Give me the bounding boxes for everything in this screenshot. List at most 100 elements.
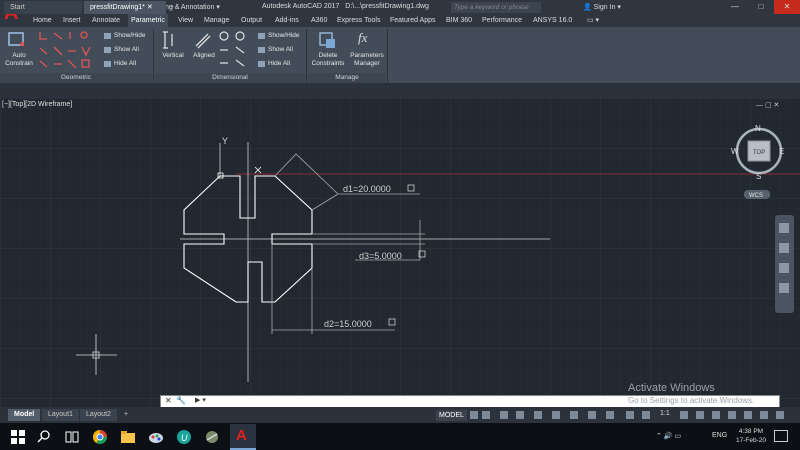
activation-watermark-subtitle: Go to Settings to activate Windows. <box>628 396 755 405</box>
ribbon-minimize-toggle[interactable]: ▭ ▾ <box>584 14 602 27</box>
tab-ansys[interactable]: ANSYS 16.0 <box>530 14 575 27</box>
d3-dimension-label[interactable]: d3=5.0000 <box>359 251 402 261</box>
auto-constrain-label: Auto Constrain <box>5 52 33 67</box>
tab-add-ins[interactable]: Add-ins <box>272 14 302 27</box>
polar-tracking-icon[interactable] <box>516 411 524 419</box>
d2-dimension-label[interactable]: d2=15.0000 <box>324 319 372 329</box>
geometric-show-all-button[interactable]: Show All <box>104 44 139 56</box>
isolate-objects-icon[interactable] <box>744 411 752 419</box>
selection-cycling-icon[interactable] <box>606 411 614 419</box>
quick-properties-icon[interactable] <box>728 411 736 419</box>
window-title: Autodesk AutoCAD 2017 D:\...\pressfitDra… <box>262 3 429 10</box>
workspace-switch-icon[interactable] <box>680 411 688 419</box>
ribbon-separator <box>153 29 154 83</box>
search-input[interactable]: Type a keyword or phrase <box>451 2 541 13</box>
d1-dimension-label[interactable]: d1=20.0000 <box>343 184 391 194</box>
vertical-dimension-button[interactable]: Vertical <box>158 52 188 60</box>
dimensional-constraints-icons[interactable] <box>218 30 254 70</box>
geometric-constraints-icons[interactable] <box>38 30 98 70</box>
dimensional-hide-all-button[interactable]: Hide All <box>258 58 290 70</box>
tab-start[interactable]: Start <box>4 1 82 14</box>
geometric-hide-all-button[interactable]: Hide All <box>104 58 136 70</box>
close-button[interactable]: ✕ <box>774 0 800 14</box>
tab-model[interactable]: Model <box>8 409 41 421</box>
aligned-dimension-icon <box>195 33 211 49</box>
tab-featured-apps[interactable]: Featured Apps <box>387 14 439 27</box>
compass-south-label[interactable]: S <box>756 172 761 181</box>
command-line-close-icon[interactable]: ✕ 🔧 <box>165 396 186 405</box>
tab-a360[interactable]: A360 <box>308 14 330 27</box>
task-view-icon[interactable] <box>64 429 80 445</box>
drawing-canvas[interactable]: Y d1=20.0000 d3=5.0000 d2=15.0000 TOP N … <box>0 98 800 407</box>
geometric-panel-title[interactable]: Geometric <box>0 73 152 83</box>
tab-layout1[interactable]: Layout1 <box>42 409 79 421</box>
tab-view[interactable]: View <box>175 14 196 27</box>
tray-icons[interactable]: ⌃ 🔊 ▭ <box>656 432 681 440</box>
close-tab-icon[interactable]: ✕ <box>147 4 153 11</box>
y-axis-label: Y <box>222 136 228 146</box>
viewport-window-controls[interactable]: — ▢ ✕ <box>756 101 796 109</box>
compass-west-label[interactable]: W <box>731 147 739 156</box>
add-layout-button[interactable]: + <box>118 409 134 421</box>
auto-constrain-button[interactable] <box>6 30 26 48</box>
language-indicator[interactable]: ENG <box>712 432 727 439</box>
dimensional-show-hide-button[interactable]: Show/Hide <box>258 30 299 42</box>
maximize-button[interactable]: □ <box>748 0 774 14</box>
aligned-dimension-button[interactable]: Aligned <box>189 52 219 60</box>
tab-performance[interactable]: Performance <box>479 14 525 27</box>
tab-layout2[interactable]: Layout2 <box>80 409 117 421</box>
annotation-scale[interactable]: 1:1 <box>660 410 670 417</box>
taskbar-clock[interactable]: 4:38 PM 17-Feb-20 <box>736 427 766 445</box>
units-icon[interactable] <box>712 411 720 419</box>
model-space-button[interactable]: MODEL <box>436 410 467 421</box>
autocad-taskbar-icon: A <box>236 427 247 444</box>
manage-panel-title: Manage <box>308 73 386 83</box>
app-circle-icon[interactable]: U <box>176 429 192 445</box>
ribbon-separator <box>306 29 307 83</box>
annotation-monitor-icon[interactable] <box>696 411 704 419</box>
tab-drawing[interactable]: pressfitDrawing1* ✕ <box>84 1 166 14</box>
tab-parametric[interactable]: Parametric <box>128 14 168 27</box>
file-explorer-icon[interactable] <box>120 429 136 445</box>
tab-insert[interactable]: Insert <box>60 14 84 27</box>
transparency-toggle-icon[interactable] <box>588 411 596 419</box>
tab-manage[interactable]: Manage <box>201 14 232 27</box>
lineweight-toggle-icon[interactable] <box>570 411 578 419</box>
customization-icon[interactable] <box>776 411 784 419</box>
ortho-toggle-icon[interactable] <box>500 411 508 419</box>
tab-home[interactable]: Home <box>30 14 55 27</box>
sign-in-button[interactable]: 👤 Sign In ▾ <box>583 2 621 13</box>
otrack-toggle-icon[interactable] <box>552 411 560 419</box>
tab-express-tools[interactable]: Express Tools <box>334 14 383 27</box>
tab-annotate[interactable]: Annotate <box>89 14 123 27</box>
viewport-controls-label[interactable]: [−][Top][2D Wireframe] <box>2 101 72 108</box>
dimensional-panel-title[interactable]: Dimensional <box>155 73 305 83</box>
delete-constraints-button[interactable]: Delete Constraints <box>308 52 348 68</box>
svg-text:WCS: WCS <box>749 193 763 199</box>
snap-toggle-icon[interactable] <box>482 411 490 419</box>
dimensional-show-all-button[interactable]: Show All <box>258 44 293 56</box>
clean-screen-icon[interactable] <box>760 411 768 419</box>
activation-watermark-title: Activate Windows <box>628 382 715 394</box>
paint-icon[interactable] <box>148 429 164 445</box>
new-tab-button[interactable]: + <box>168 1 180 14</box>
search-icon[interactable] <box>36 429 52 445</box>
auto-scale-icon[interactable] <box>642 411 650 419</box>
tab-output[interactable]: Output <box>238 14 265 27</box>
tab-bim-360[interactable]: BIM 360 <box>443 14 475 27</box>
grid-toggle-icon[interactable] <box>470 411 478 419</box>
parameters-manager-button[interactable]: Parameters Manager <box>346 52 388 68</box>
annotation-visibility-icon[interactable] <box>626 411 634 419</box>
minimize-button[interactable]: — <box>722 0 748 14</box>
notification-center-icon[interactable] <box>774 430 788 442</box>
command-prompt-icon[interactable]: ▶ ▾ <box>195 396 206 404</box>
geometric-show-hide-button[interactable]: Show/Hide <box>104 30 145 42</box>
autocad-taskbar-button[interactable]: A <box>230 424 256 450</box>
windows-start-icon[interactable] <box>10 429 26 445</box>
app-globe-icon[interactable] <box>204 429 220 445</box>
chrome-icon[interactable] <box>92 429 108 445</box>
osnap-toggle-icon[interactable] <box>534 411 542 419</box>
compass-north-label[interactable]: N <box>755 124 761 133</box>
drawing-viewport[interactable]: Y d1=20.0000 d3=5.0000 d2=15.0000 TOP N … <box>0 98 800 407</box>
compass-east-label[interactable]: E <box>779 147 784 156</box>
